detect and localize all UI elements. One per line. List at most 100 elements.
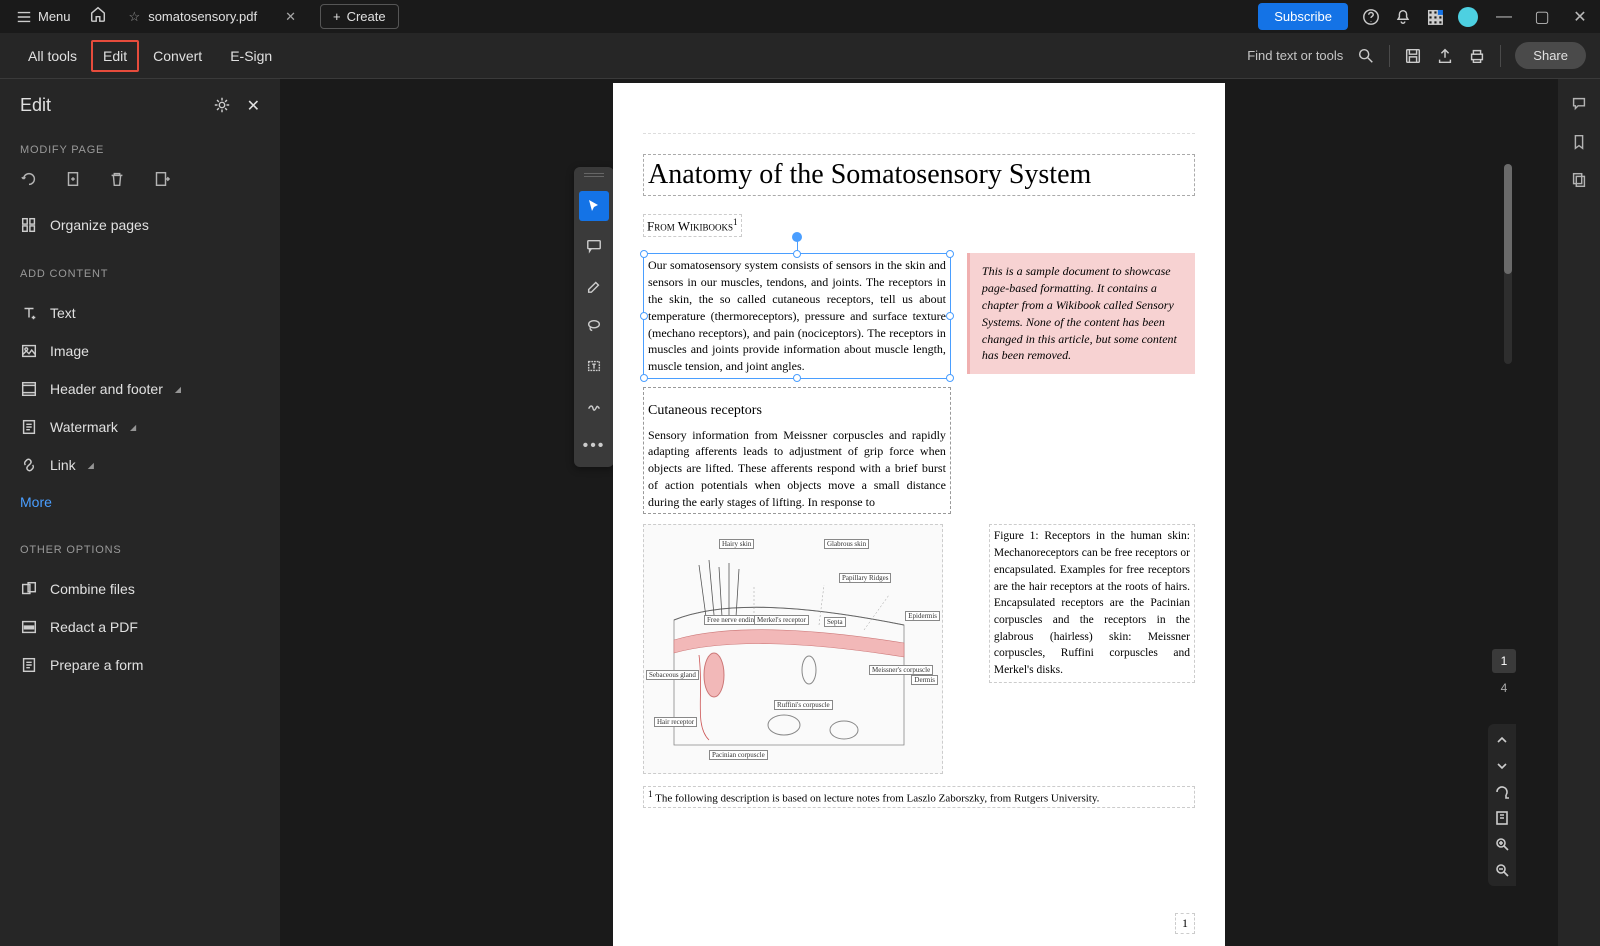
resize-handle[interactable] <box>793 374 801 382</box>
image-label: Image <box>50 343 89 359</box>
maximize-button[interactable]: ▢ <box>1530 7 1554 27</box>
menu-button[interactable]: Menu <box>8 5 79 29</box>
bell-icon[interactable] <box>1394 8 1412 26</box>
tab-all-tools[interactable]: All tools <box>14 36 91 76</box>
resize-handle[interactable] <box>946 312 954 320</box>
zoom-in-icon[interactable] <box>1494 836 1510 852</box>
resize-handle[interactable] <box>946 374 954 382</box>
figure-caption[interactable]: Figure 1: Receptors in the human skin: M… <box>989 524 1195 682</box>
text-block[interactable]: Cutaneous receptors Sensory information … <box>643 387 951 515</box>
page-number: 1 <box>1175 913 1195 934</box>
create-button[interactable]: + Create <box>320 4 399 29</box>
scrollbar[interactable] <box>1504 164 1512 364</box>
selected-text-block[interactable]: Our somatosensory system consists of sen… <box>643 253 951 379</box>
tab-edit[interactable]: Edit <box>91 40 139 72</box>
floating-toolbar[interactable]: ••• <box>574 167 614 467</box>
gear-icon[interactable] <box>213 96 231 114</box>
fig-label: Pacinian corpuscle <box>709 750 768 760</box>
avatar[interactable] <box>1458 7 1478 27</box>
chevron-up-icon[interactable] <box>1494 732 1510 748</box>
toolbar: All tools Edit Convert E-Sign Find text … <box>0 33 1600 79</box>
fit-page-icon[interactable] <box>1494 810 1510 826</box>
link-icon <box>20 456 38 474</box>
highlight-tool-button[interactable] <box>579 271 609 301</box>
current-page[interactable]: 1 <box>1492 649 1516 673</box>
figure-image[interactable]: Hairy skin Glabrous skin Papillary Ridge… <box>643 524 943 774</box>
prepare-form-button[interactable]: Prepare a form <box>20 646 260 684</box>
chevron-down-icon[interactable] <box>1494 758 1510 774</box>
divider <box>1389 45 1390 67</box>
minimize-button[interactable]: — <box>1492 8 1516 26</box>
document-tab[interactable]: ☆ somatosensory.pdf ✕ <box>117 3 308 31</box>
cursor-icon <box>586 198 602 214</box>
chevron-corner-icon: ◢ <box>175 385 181 394</box>
chevron-corner-icon: ◢ <box>130 423 136 432</box>
image-icon <box>20 342 38 360</box>
insert-page-icon[interactable] <box>64 170 82 188</box>
link-button[interactable]: Link ◢ <box>20 446 260 484</box>
footnote-text: The following description is based on le… <box>653 793 1100 805</box>
resize-handle[interactable] <box>640 250 648 258</box>
highlight-icon <box>586 278 602 294</box>
tab-convert[interactable]: Convert <box>139 36 216 76</box>
pdf-page[interactable]: Anatomy of the Somatosensory System From… <box>613 83 1225 946</box>
home-button[interactable] <box>89 5 107 28</box>
more-tools-button[interactable]: ••• <box>579 431 609 461</box>
search-icon[interactable] <box>1357 47 1375 65</box>
tab-close-button[interactable]: ✕ <box>285 9 296 25</box>
rotate-icon[interactable] <box>20 170 38 188</box>
resize-handle[interactable] <box>946 250 954 258</box>
apps-icon[interactable] <box>1426 8 1444 26</box>
redact-icon <box>20 618 38 636</box>
add-text-button[interactable]: Text <box>20 294 260 332</box>
star-icon[interactable]: ☆ <box>129 9 141 25</box>
delete-icon[interactable] <box>108 170 126 188</box>
watermark-button[interactable]: Watermark ◢ <box>20 408 260 446</box>
document-area[interactable]: ••• Anatomy of the Somatosensory System … <box>280 79 1558 946</box>
rotate-handle[interactable] <box>792 232 802 242</box>
subscribe-button[interactable]: Subscribe <box>1258 3 1348 30</box>
page-title[interactable]: Anatomy of the Somatosensory System <box>643 154 1195 196</box>
extract-icon[interactable] <box>152 170 170 188</box>
signature-icon <box>586 398 602 414</box>
textbox-tool-button[interactable] <box>579 351 609 381</box>
sign-tool-button[interactable] <box>579 391 609 421</box>
save-icon[interactable] <box>1404 47 1422 65</box>
header-footer-button[interactable]: Header and footer ◢ <box>20 370 260 408</box>
note-box[interactable]: This is a sample document to showcase pa… <box>967 253 1195 374</box>
add-image-button[interactable]: Image <box>20 332 260 370</box>
scrollbar-thumb[interactable] <box>1504 164 1512 274</box>
redact-button[interactable]: Redact a PDF <box>20 608 260 646</box>
prepare-label: Prepare a form <box>50 657 143 673</box>
resize-handle[interactable] <box>640 374 648 382</box>
select-tool-button[interactable] <box>579 191 609 221</box>
tab-esign[interactable]: E-Sign <box>216 36 286 76</box>
fig-label: Meissner's corpuscle <box>869 665 933 675</box>
comment-tool-button[interactable] <box>579 231 609 261</box>
watermark-icon <box>20 418 38 436</box>
rotate-view-icon[interactable] <box>1494 784 1510 800</box>
print-icon[interactable] <box>1468 47 1486 65</box>
drag-handle-icon[interactable] <box>584 173 604 177</box>
upload-icon[interactable] <box>1436 47 1454 65</box>
resize-handle[interactable] <box>640 312 648 320</box>
fig-label: Glabrous skin <box>824 539 869 549</box>
zoom-out-icon[interactable] <box>1494 862 1510 878</box>
redact-label: Redact a PDF <box>50 619 138 635</box>
draw-tool-button[interactable] <box>579 311 609 341</box>
comments-rail-icon[interactable] <box>1570 95 1588 113</box>
page-subtitle[interactable]: From Wikibooks1 <box>643 214 742 237</box>
close-panel-button[interactable]: ✕ <box>247 96 260 116</box>
close-window-button[interactable]: ✕ <box>1568 7 1592 27</box>
text-icon <box>20 304 38 322</box>
bookmarks-rail-icon[interactable] <box>1570 133 1588 151</box>
thumbnails-rail-icon[interactable] <box>1570 171 1588 189</box>
organize-pages-button[interactable]: Organize pages <box>20 206 260 244</box>
more-button[interactable]: More <box>20 484 260 520</box>
combine-files-button[interactable]: Combine files <box>20 570 260 608</box>
footnote[interactable]: 1 The following description is based on … <box>643 786 1195 808</box>
share-button[interactable]: Share <box>1515 42 1586 69</box>
fig-label: Ruffini's corpuscle <box>774 700 833 710</box>
help-icon[interactable] <box>1362 8 1380 26</box>
find-label[interactable]: Find text or tools <box>1247 48 1343 63</box>
